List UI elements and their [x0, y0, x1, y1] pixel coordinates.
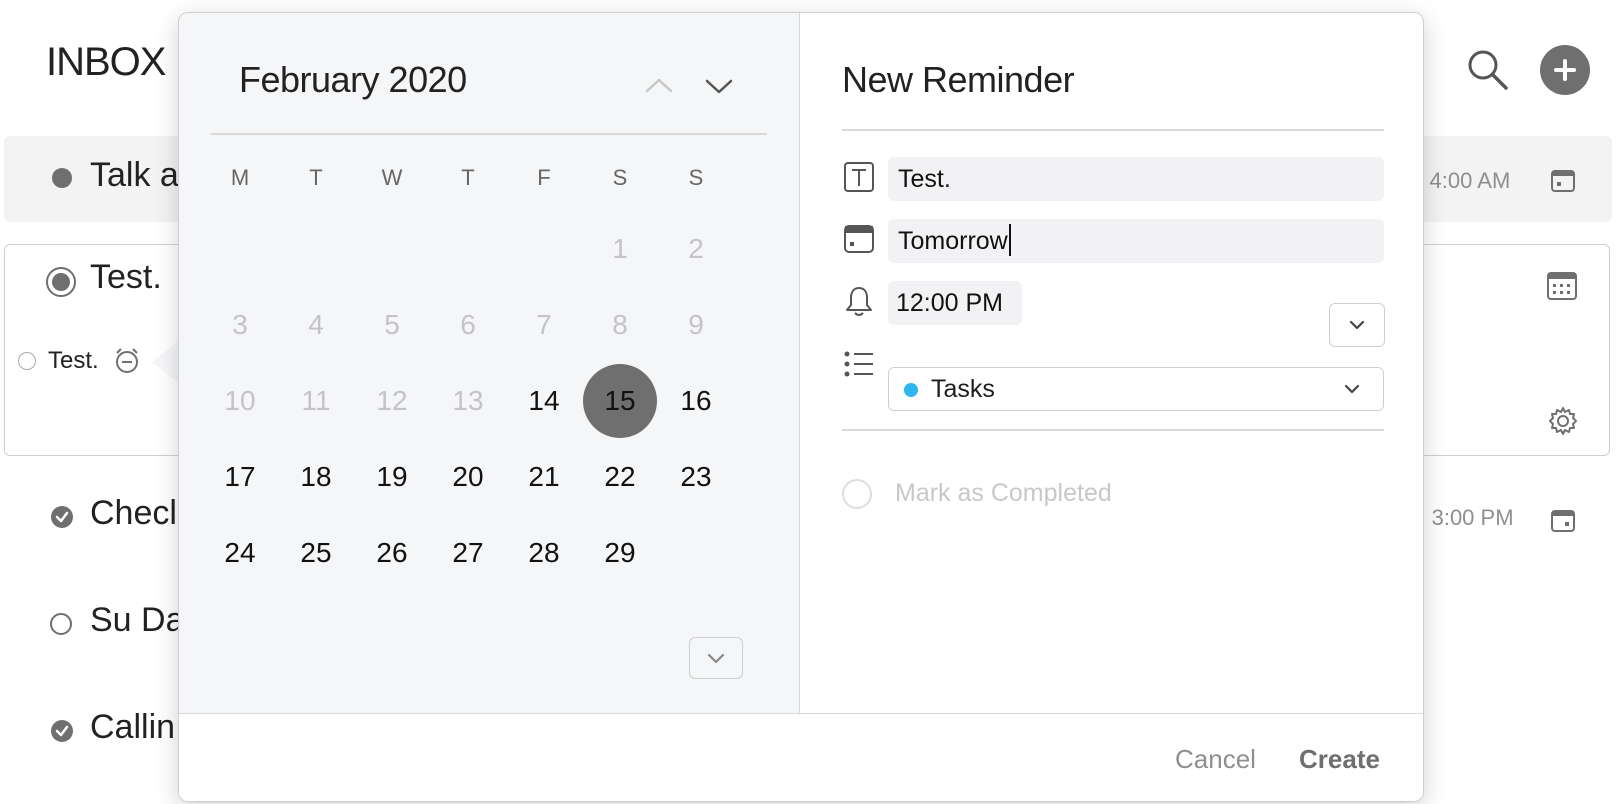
calendar-day: 9 [688, 309, 704, 340]
subtask-title[interactable]: Test. [48, 347, 99, 375]
calendar-day: 1 [612, 233, 628, 264]
next-month-button[interactable] [699, 71, 739, 101]
alarm-icon [116, 348, 138, 373]
list-value: Tasks [931, 375, 995, 403]
reminder-title[interactable]: Talk a [90, 156, 179, 195]
list-color-dot [904, 383, 918, 397]
time-dropdown-button[interactable] [1329, 303, 1385, 347]
cancel-button[interactable]: Cancel [1175, 744, 1256, 775]
search-icon [1468, 50, 1508, 90]
calendar-icon[interactable] [1550, 508, 1576, 534]
priority-target-icon[interactable] [46, 267, 76, 297]
calendar-day[interactable]: 29 [583, 516, 657, 590]
completed-check-icon[interactable] [51, 506, 73, 528]
calendar-day: 6 [460, 309, 476, 340]
calendar-day[interactable]: 19 [355, 440, 429, 514]
mark-completed-label[interactable]: Mark as Completed [895, 479, 1112, 508]
calendar-day: 7 [536, 309, 552, 340]
calendar-day: 3 [232, 309, 248, 340]
reminder-time: ), 4:00 AM [1410, 168, 1511, 193]
weekday-label: T [461, 165, 475, 190]
list-icon [844, 351, 873, 377]
popover-pointer [152, 340, 180, 384]
title-input[interactable]: Test. [888, 157, 1384, 201]
calendar-day: 11 [301, 385, 331, 416]
weekday-label: F [537, 165, 551, 190]
priority-dot-icon [52, 168, 72, 188]
date-input[interactable]: Tomorrow [888, 219, 1384, 263]
date-value: Tomorrow [898, 227, 1008, 255]
calendar-day[interactable]: 16 [659, 364, 733, 438]
weekday-label: S [688, 165, 704, 190]
calendar-icon[interactable] [1550, 168, 1576, 194]
calendar-day[interactable]: 14 [507, 364, 581, 438]
list-select[interactable]: Tasks [888, 367, 1384, 411]
chevron-up-icon [645, 78, 673, 93]
calendar-day[interactable]: 18 [279, 440, 353, 514]
search-button[interactable] [1466, 48, 1510, 92]
calendar-day: 2 [688, 233, 704, 264]
subtask-checkbox[interactable] [18, 352, 36, 370]
calendar-day[interactable]: 28 [507, 516, 581, 590]
add-reminder-button[interactable] [1540, 45, 1590, 95]
calendar-day: 8 [612, 309, 628, 340]
calendar-day: 10 [224, 385, 256, 416]
reminder-time: y, 3:00 PM [1410, 505, 1514, 530]
divider [842, 429, 1384, 431]
new-reminder-dialog: February 2020 MTWTFSS 1 2 3 4 5 6 7 8 9 10 11 12 13 1… [178, 12, 1424, 802]
weekday-label: S [612, 165, 628, 190]
text-cursor [1008, 224, 1011, 257]
inbox-title: INBOX [46, 40, 166, 84]
previous-month-button[interactable] [639, 71, 679, 101]
calendar-day[interactable]: 22 [583, 440, 657, 514]
mark-completed-checkbox[interactable] [842, 479, 872, 509]
calendar-day[interactable]: 24 [203, 516, 277, 590]
bell-icon [846, 287, 872, 316]
weekday-label: M [230, 165, 250, 190]
calendar-day: 5 [384, 309, 400, 340]
expand-calendar-button[interactable] [689, 637, 743, 679]
dialog-footer: Cancel Create [179, 713, 1423, 801]
calendar-day[interactable]: 23 [659, 440, 733, 514]
completed-check-icon[interactable] [51, 720, 73, 742]
checkbox[interactable] [50, 613, 72, 635]
divider [842, 129, 1384, 131]
calendar-day[interactable]: 17 [203, 440, 277, 514]
chevron-down-icon [1344, 384, 1360, 394]
calendar-day: 12 [376, 385, 408, 416]
divider [211, 133, 767, 135]
calendar-day[interactable]: 27 [431, 516, 505, 590]
calendar-icon [844, 225, 874, 253]
chevron-down-icon [1349, 320, 1365, 330]
month-label: February 2020 [239, 59, 467, 100]
reminder-title[interactable]: Su Da [90, 601, 185, 640]
reminder-title[interactable]: Test. [90, 258, 162, 297]
calendar-day: 13 [452, 385, 484, 416]
text-icon [844, 162, 874, 192]
weekday-label: W [381, 165, 403, 190]
calendar-day[interactable]: 20 [431, 440, 505, 514]
create-button[interactable]: Create [1299, 744, 1380, 775]
weekday-label: T [309, 165, 323, 190]
reminder-title[interactable]: Callin [90, 708, 175, 747]
chevron-down-icon [707, 653, 725, 664]
reminder-form: New Reminder Test. Tomorrow 12:00 PM Tas… [800, 13, 1422, 713]
calendar-day: 4 [308, 309, 324, 340]
gear-icon[interactable] [1547, 405, 1579, 437]
chevron-down-icon [705, 79, 733, 94]
calendar-day[interactable]: 25 [279, 516, 353, 590]
calendar-day[interactable]: 26 [355, 516, 429, 590]
date-picker: February 2020 MTWTFSS 1 2 3 4 5 6 7 8 9 10 11 12 13 1… [179, 13, 800, 713]
reminder-title[interactable]: Checl [90, 494, 177, 533]
calendar-grid-icon[interactable] [1546, 270, 1578, 302]
selected-day[interactable]: 15 [583, 364, 657, 438]
calendar-day[interactable]: 21 [507, 440, 581, 514]
time-input[interactable]: 12:00 PM [888, 281, 1022, 325]
form-title: New Reminder [842, 59, 1075, 100]
